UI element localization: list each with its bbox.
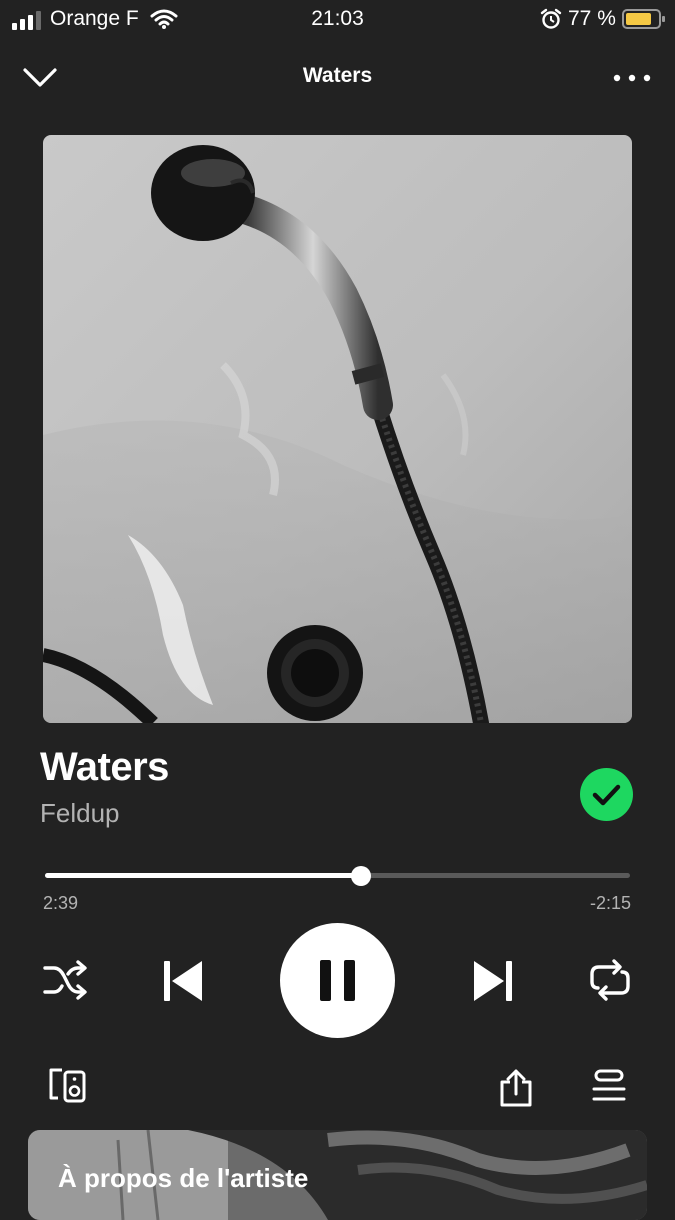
devices-icon[interactable] xyxy=(48,1068,88,1104)
queue-icon[interactable] xyxy=(592,1068,626,1104)
status-bar: Orange F 21:03 77 % xyxy=(0,0,675,40)
battery-percent: 77 % xyxy=(568,7,616,30)
repeat-icon[interactable] xyxy=(588,958,632,1002)
album-artwork xyxy=(43,135,632,723)
pause-icon xyxy=(320,960,355,1001)
track-title: Waters xyxy=(40,745,169,789)
battery-icon xyxy=(622,9,665,29)
skip-next-icon[interactable] xyxy=(470,958,516,1004)
play-pause-button[interactable] xyxy=(280,923,395,1038)
artist-name[interactable]: Feldup xyxy=(40,798,120,829)
more-icon[interactable] xyxy=(612,73,652,83)
share-icon[interactable] xyxy=(498,1068,534,1108)
elapsed-time: 2:39 xyxy=(43,893,79,913)
liked-button[interactable] xyxy=(580,768,633,821)
alarm-icon xyxy=(540,8,562,29)
skip-previous-icon[interactable] xyxy=(160,958,206,1004)
check-icon xyxy=(592,784,621,806)
shuffle-icon[interactable] xyxy=(42,958,88,1002)
remaining-time: -2:15 xyxy=(589,893,631,913)
page-title: Waters xyxy=(302,64,373,87)
progress-handle[interactable] xyxy=(351,866,371,886)
about-artist-title: À propos de l'artiste xyxy=(58,1163,309,1193)
progress-fill xyxy=(45,873,361,878)
